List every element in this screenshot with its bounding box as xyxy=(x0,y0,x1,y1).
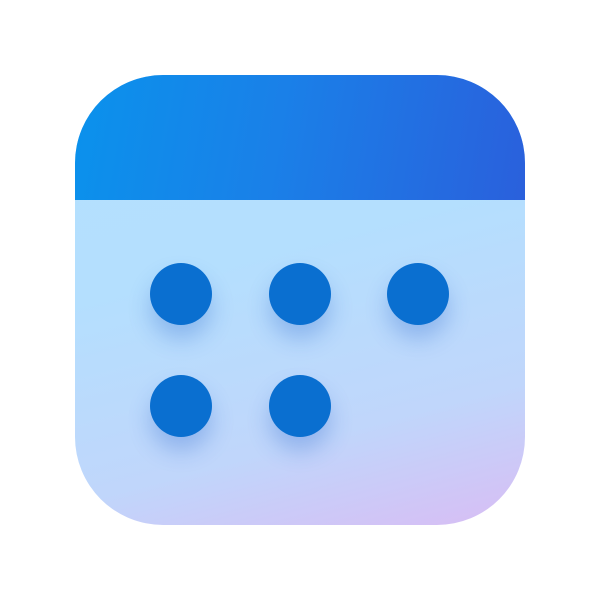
calendar-header-bar xyxy=(75,75,525,200)
calendar-date-dot xyxy=(150,375,212,437)
calendar-date-dot xyxy=(150,263,212,325)
calendar-date-dot xyxy=(269,375,331,437)
calendar-date-dot xyxy=(387,263,449,325)
calendar-date-dot xyxy=(269,263,331,325)
canvas xyxy=(0,0,600,600)
calendar-icon xyxy=(75,75,525,525)
